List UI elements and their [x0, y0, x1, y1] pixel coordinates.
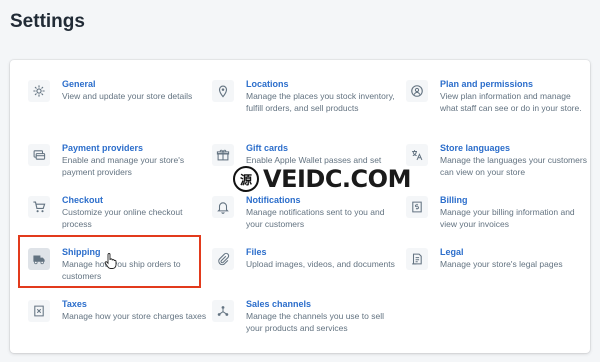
setting-store-languages[interactable]: Store languages Manage the languages you… — [406, 143, 587, 192]
setting-title: Store languages — [440, 143, 511, 153]
document-icon — [406, 248, 428, 270]
account-icon — [406, 80, 428, 102]
setting-locations[interactable]: Locations Manage the places you stock in… — [212, 79, 395, 128]
translate-icon — [406, 144, 428, 166]
setting-description: Enable Apple Wallet passes and set — [246, 155, 382, 165]
setting-legal[interactable]: Legal Manage your store's legal pages — [406, 247, 581, 296]
hand-cursor-icon — [104, 253, 117, 269]
gift-icon — [212, 144, 234, 166]
setting-description: Upload images, videos, and documents — [246, 259, 395, 269]
billing-icon — [406, 196, 428, 218]
setting-title: Shipping — [62, 247, 101, 257]
setting-sales-channels[interactable]: Sales channels Manage the channels you u… — [212, 299, 387, 348]
truck-icon — [28, 248, 50, 270]
setting-plan-permissions[interactable]: Plan and permissions View plan informati… — [406, 79, 582, 128]
setting-billing[interactable]: Billing Manage your billing information … — [406, 195, 581, 244]
setting-description: Enable and manage your store's payment p… — [62, 155, 185, 177]
setting-gift-cards[interactable]: Gift cards Enable Apple Wallet passes an… — [212, 143, 387, 192]
setting-title: General — [62, 79, 96, 89]
map-pin-icon — [212, 80, 234, 102]
setting-checkout[interactable]: Checkout Customize your online checkout … — [28, 195, 203, 244]
setting-description: View and update your store details — [62, 91, 193, 101]
setting-title: Taxes — [62, 299, 87, 309]
setting-title: Sales channels — [246, 299, 312, 309]
setting-description: Manage your store's legal pages — [440, 259, 563, 269]
setting-taxes[interactable]: Taxes Manage how your store charges taxe… — [28, 299, 206, 348]
setting-title: Gift cards — [246, 143, 289, 153]
setting-title: Legal — [440, 247, 464, 257]
setting-title: Files — [246, 247, 267, 257]
bell-icon — [212, 196, 234, 218]
setting-title: Notifications — [246, 195, 301, 205]
gear-icon — [28, 80, 50, 102]
setting-title: Payment providers — [62, 143, 144, 153]
tax-icon — [28, 300, 50, 322]
setting-payment-providers[interactable]: Payment providers Enable and manage your… — [28, 143, 203, 192]
setting-title: Locations — [246, 79, 289, 89]
setting-description: Manage the places you stock inventory, f… — [246, 91, 395, 113]
setting-description: Manage how you ship orders to customers — [62, 259, 181, 281]
setting-title: Checkout — [62, 195, 104, 205]
setting-description: Manage your billing information and view… — [440, 207, 575, 229]
setting-description: Manage notifications sent to you and you… — [246, 207, 385, 229]
page-title: Settings — [10, 11, 85, 32]
setting-files[interactable]: Files Upload images, videos, and documen… — [212, 247, 395, 296]
setting-description: Manage how your store charges taxes — [62, 311, 207, 321]
paperclip-icon — [212, 248, 234, 270]
setting-notifications[interactable]: Notifications Manage notifications sent … — [212, 195, 387, 244]
setting-general[interactable]: General View and update your store detai… — [28, 79, 203, 128]
payment-icon — [28, 144, 50, 166]
setting-title: Billing — [440, 195, 468, 205]
channels-icon — [212, 300, 234, 322]
setting-description: View plan information and manage what st… — [440, 91, 582, 113]
cart-icon — [28, 196, 50, 218]
setting-description: Customize your online checkout process — [62, 207, 183, 229]
setting-description: Manage the channels you use to sell your… — [246, 311, 384, 333]
setting-description: Manage the languages your customers can … — [440, 155, 587, 177]
setting-title: Plan and permissions — [440, 79, 534, 89]
